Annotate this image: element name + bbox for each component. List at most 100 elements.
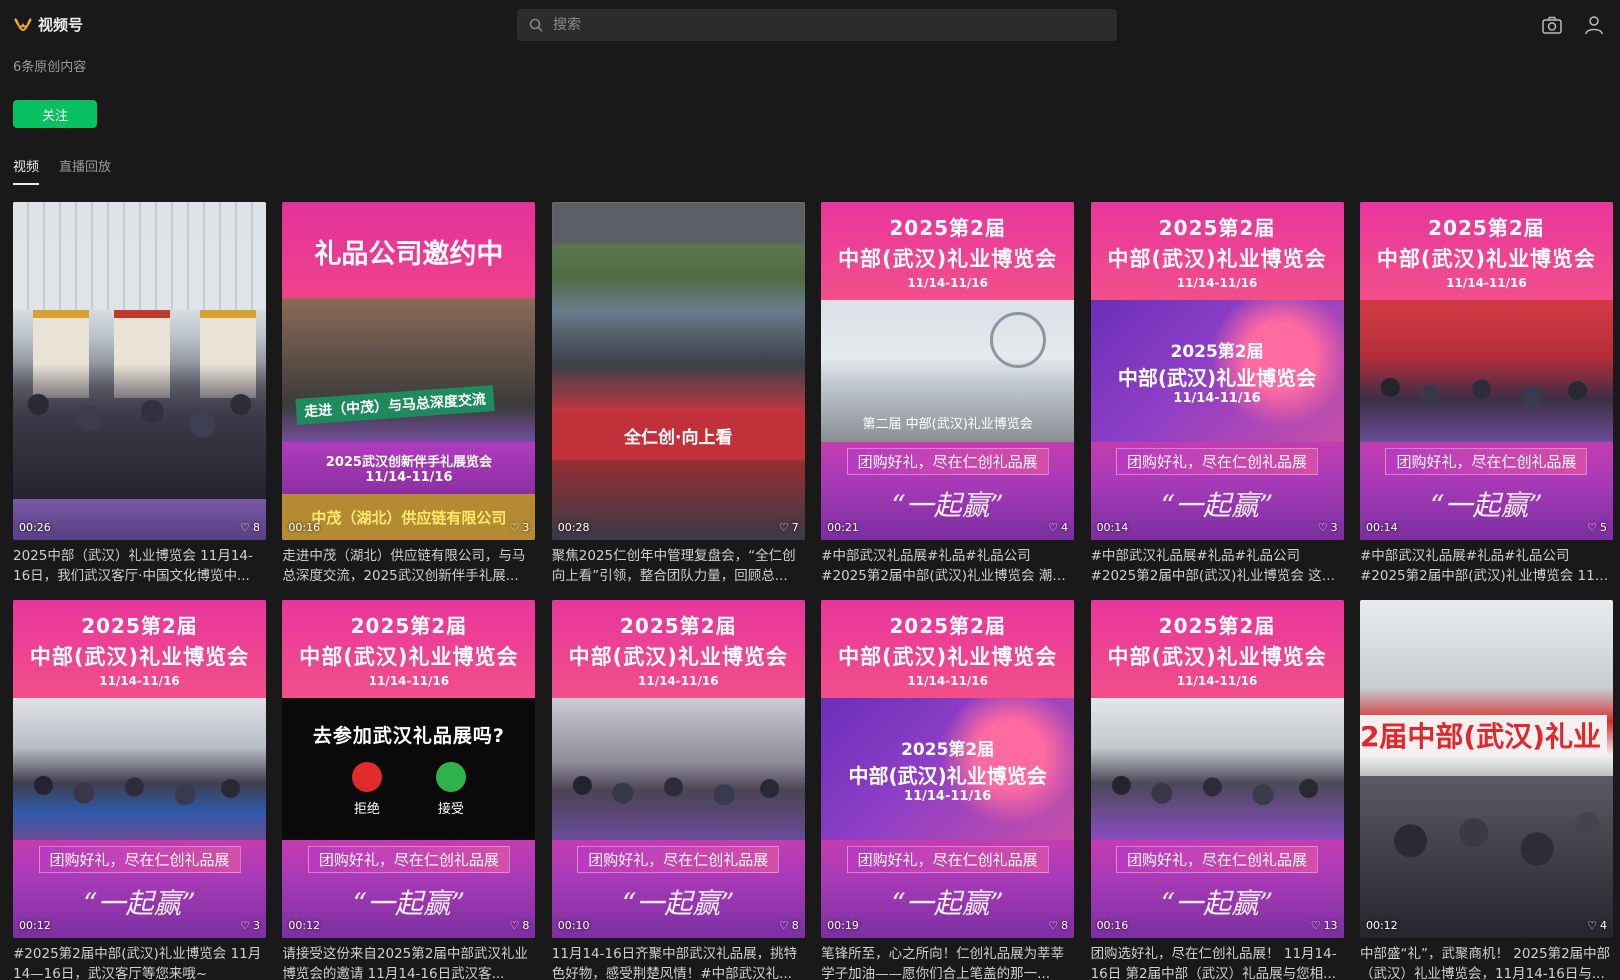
video-thumbnail[interactable]: 2025第2届 中部(武汉)礼业博览会 11/14-11/16 2025第2届 中部(… (821, 600, 1075, 938)
thumbnail-headline: 礼品公司邀约中 (314, 238, 504, 270)
heart-icon: ♡ (1587, 521, 1597, 534)
video-card[interactable]: 00:26 ♡ 8 2025中部（武汉）礼业博览会 11月14-16日，我们武汉客… (13, 202, 266, 586)
video-description[interactable]: #2025第2届中部(武汉)礼业博览会 11月14—16日，武汉客厅等您来哦~ (13, 944, 266, 980)
video-description[interactable]: 11月14-16日齐聚中部武汉礼品展，挑特色好物，感受荆楚风情！#中部武汉礼..… (552, 944, 805, 980)
video-thumbnail[interactable]: 2025第2届 中部(武汉)礼业博览会 11/14-11/16 2025第2届 中部(… (1090, 202, 1344, 540)
video-thumbnail[interactable]: 全仁创·向上看 00:28 ♡ 7 (551, 202, 805, 540)
poster-title: 2025第2届 中部(武汉)礼业博览会 11/14-11/16 (1359, 202, 1613, 300)
thumbnail-image: 全仁创·向上看 (551, 202, 805, 540)
video-description[interactable]: #中部武汉礼品展#礼品#礼品公司#2025第2届中部(武汉)礼业博览会 11月1… (1360, 546, 1613, 586)
thumbnail-image: 2025第2届 中部(武汉)礼业博览会 11/14-11/16 2025第2届 中部(… (1090, 202, 1344, 540)
video-duration: 00:14 (1096, 521, 1129, 534)
poster-photo: 第二届 中部(武汉)礼业博览会 (821, 300, 1075, 442)
video-description[interactable]: 中部盛“礼”，武聚商机！ 2025第2届中部（武汉）礼业博览会，11月14-16… (1360, 944, 1613, 980)
like-count: ♡ 3 (240, 919, 260, 932)
tab-live-replay[interactable]: 直播回放 (59, 156, 111, 185)
thumbnail-image: 2025第2届 中部(武汉)礼业博览会 11/14-11/16 团购好礼，尽在仁创礼… (1359, 202, 1613, 540)
video-description[interactable]: #中部武汉礼品展#礼品#礼品公司#2025第2届中部(武汉)礼业博览会 潮流礼品… (821, 546, 1074, 586)
video-thumbnail[interactable]: 2025第2届 中部(武汉)礼业博览会 11/14-11/16 第二届 中部(武汉)… (821, 202, 1075, 540)
video-duration: 00:26 (19, 521, 51, 534)
heart-icon: ♡ (240, 919, 250, 932)
follow-button[interactable]: 关注 (13, 100, 97, 128)
reject-call-icon (351, 762, 382, 792)
heart-icon: ♡ (1587, 919, 1597, 932)
video-duration: 00:10 (557, 919, 590, 932)
video-thumbnail[interactable]: 礼品公司邀约中 走进（中茂）与马总深度交流 2025武汉创新伴手礼展览会 11/… (282, 202, 536, 540)
video-card[interactable]: 2025第2届 中部(武汉)礼业博览会 11/14-11/16 2025第2届 中部(… (821, 600, 1075, 980)
poster-title: 2025第2届 中部(武汉)礼业博览会 11/14-11/16 (821, 202, 1075, 300)
video-card[interactable]: 2025第2届 中部(武汉)礼业博览会 11/14-11/16 2025第2届 中部(… (1090, 202, 1344, 586)
thumbnail-caption: 第二届 中部(武汉)礼业博览会 (862, 417, 1033, 432)
tab-videos[interactable]: 视频 (13, 156, 40, 185)
brand[interactable]: 视频号 (14, 14, 83, 35)
poster-footer: 团购好礼，尽在仁创礼品展 “一起赢” (282, 840, 536, 938)
video-duration: 00:16 (288, 521, 321, 534)
video-description[interactable]: 笔锋所至，心之所向！仁创礼品展为莘莘学子加油——愿你们合上笔盖的那一... (821, 944, 1074, 980)
poster-inner: 2025第2届 中部(武汉)礼业博览会 11/14-11/16 (821, 698, 1075, 840)
video-card[interactable]: 2025第2届 中部(武汉)礼业博览会 11/14-11/16 第二届 中部(武汉)… (821, 202, 1075, 586)
video-thumbnail[interactable]: 2025第2届 中部(武汉)礼业博览会 11/14-11/16 团购好礼，尽在仁创礼… (13, 600, 266, 938)
like-count: ♡ 8 (1048, 919, 1069, 932)
video-card[interactable]: 全仁创·向上看 00:28 ♡ 7 聚焦2025仁创年中管理复盘会，“全仁创向上看… (551, 202, 805, 586)
thumbnail-subtitle: 2025武汉创新伴手礼展览会 11/14-11/16 (282, 442, 536, 494)
poster-footer: 团购好礼，尽在仁创礼品展 “一起赢” (821, 840, 1075, 938)
accept-call-icon (435, 762, 466, 792)
heart-icon: ♡ (1310, 919, 1321, 932)
search-box[interactable] (517, 9, 1117, 41)
like-count: ♡ 8 (509, 919, 530, 932)
video-thumbnail[interactable]: 2025第2届 中部(武汉)礼业博览会 11/14-11/16 团购好礼，尽在仁创礼… (551, 600, 805, 938)
like-count: ♡ 8 (240, 521, 260, 534)
app-title: 视频号 (38, 16, 84, 34)
like-count: ♡ 4 (1587, 919, 1607, 932)
top-actions (1540, 13, 1606, 37)
video-duration: 00:28 (557, 521, 590, 534)
thumbnail-image: 2025第2届 中部(武汉)礼业博览会 11/14-11/16 团购好礼，尽在仁创礼… (551, 600, 805, 938)
like-count: ♡ 3 (509, 521, 530, 534)
poster-call-screen: 去参加武汉礼品展吗? 拒绝 接受 (282, 698, 536, 840)
video-duration: 00:12 (1365, 919, 1398, 932)
poster-photo (13, 698, 266, 840)
poster-footer: 团购好礼，尽在仁创礼品展 “一起赢” (1090, 442, 1344, 540)
video-thumbnail[interactable]: 2025第2届 中部(武汉)礼业博览会 11/14-11/16 团购好礼，尽在仁创礼… (1090, 600, 1344, 938)
heart-icon: ♡ (1048, 521, 1059, 534)
video-card[interactable]: 2025第2届 中部(武汉)礼业博览会 11/14-11/16 团购好礼，尽在仁创礼… (551, 600, 805, 980)
like-count: ♡ 8 (778, 919, 799, 932)
video-card[interactable]: 2025第2届 中部(武汉)礼业博览会 11/14-11/16 团购好礼，尽在仁创礼… (13, 600, 266, 980)
poster-title: 2025第2届 中部(武汉)礼业博览会 11/14-11/16 (1090, 202, 1344, 300)
video-thumbnail[interactable]: 00:26 ♡ 8 (13, 202, 266, 540)
heart-icon: ♡ (509, 919, 520, 932)
thumbnail-image: 2025第2届 中部(武汉)礼业博览会 11/14-11/16 第二届 中部(武汉)… (821, 202, 1075, 540)
poster-title: 2025第2届 中部(武汉)礼业博览会 11/14-11/16 (13, 600, 266, 698)
video-thumbnail[interactable]: 2025第2届 中部(武汉)礼业博览会 11/14-11/16 团购好礼，尽在仁创礼… (1359, 202, 1613, 540)
heart-icon: ♡ (1048, 919, 1059, 932)
video-description[interactable]: 聚焦2025仁创年中管理复盘会，“全仁创向上看”引领，整合团队力量，回顾总... (552, 546, 805, 586)
video-card[interactable]: 礼品公司邀约中 走进（中茂）与马总深度交流 2025武汉创新伴手礼展览会 11/… (282, 202, 536, 586)
like-count: ♡ 13 (1310, 919, 1338, 932)
video-description[interactable]: #中部武汉礼品展#礼品#礼品公司#2025第2届中部(武汉)礼业博览会 这不仅是… (1091, 546, 1344, 586)
video-thumbnail[interactable]: 2025第2届 中部(武汉)礼业博览会 11/14-11/16 去参加武汉礼品展吗?… (282, 600, 536, 938)
video-duration: 00:14 (1365, 521, 1398, 534)
video-card[interactable]: 2025第2届 中部(武汉)礼业博览会 11/14-11/16 团购好礼，尽在仁创礼… (1359, 202, 1613, 586)
video-card[interactable]: 2025第2届 中部(武汉)礼业博览会 11/14-11/16 去参加武汉礼品展吗?… (282, 600, 536, 980)
thumbnail-headline: 2届中部(武汉)礼业 (1359, 714, 1608, 755)
thumbnail-banner: 全仁创·向上看 (551, 411, 805, 460)
like-count: ♡ 3 (1317, 521, 1338, 534)
video-duration: 00:16 (1096, 919, 1129, 932)
video-duration: 00:19 (827, 919, 859, 932)
video-description[interactable]: 走进中茂（湖北）供应链有限公司，与马总深度交流，2025武汉创新伴手礼展... (282, 546, 535, 586)
video-card[interactable]: 2025第2届 中部(武汉)礼业博览会 11/14-11/16 团购好礼，尽在仁创礼… (1090, 600, 1344, 980)
video-duration: 00:12 (19, 919, 51, 932)
video-description[interactable]: 团购选好礼，尽在仁创礼品展！ 11月14-16日 第2届中部（武汉）礼品展与您相… (1091, 944, 1344, 980)
video-thumbnail[interactable]: 2届中部(武汉)礼业 00:12 ♡ 4 (1359, 600, 1613, 938)
wechat-channels-logo-icon (14, 17, 32, 31)
camera-icon[interactable] (1540, 13, 1564, 37)
user-icon[interactable] (1582, 13, 1606, 37)
video-card[interactable]: 2届中部(武汉)礼业 00:12 ♡ 4 中部盛“礼”，武聚商机！ 2025第2届… (1359, 600, 1613, 980)
poster-title: 2025第2届 中部(武汉)礼业博览会 11/14-11/16 (1090, 600, 1344, 698)
video-description[interactable]: 请接受这份来自2025第2届中部武汉礼业博览会的邀请 11月14-16日武汉客.… (282, 944, 535, 980)
video-description[interactable]: 2025中部（武汉）礼业博览会 11月14-16日，我们武汉客厅·中国文化博览中… (13, 546, 266, 586)
heart-icon: ♡ (778, 919, 789, 932)
thumbnail-footer: 中茂（湖北）供应链有限公司 (282, 494, 536, 540)
search-input[interactable] (553, 17, 1093, 33)
like-count: ♡ 4 (1048, 521, 1069, 534)
